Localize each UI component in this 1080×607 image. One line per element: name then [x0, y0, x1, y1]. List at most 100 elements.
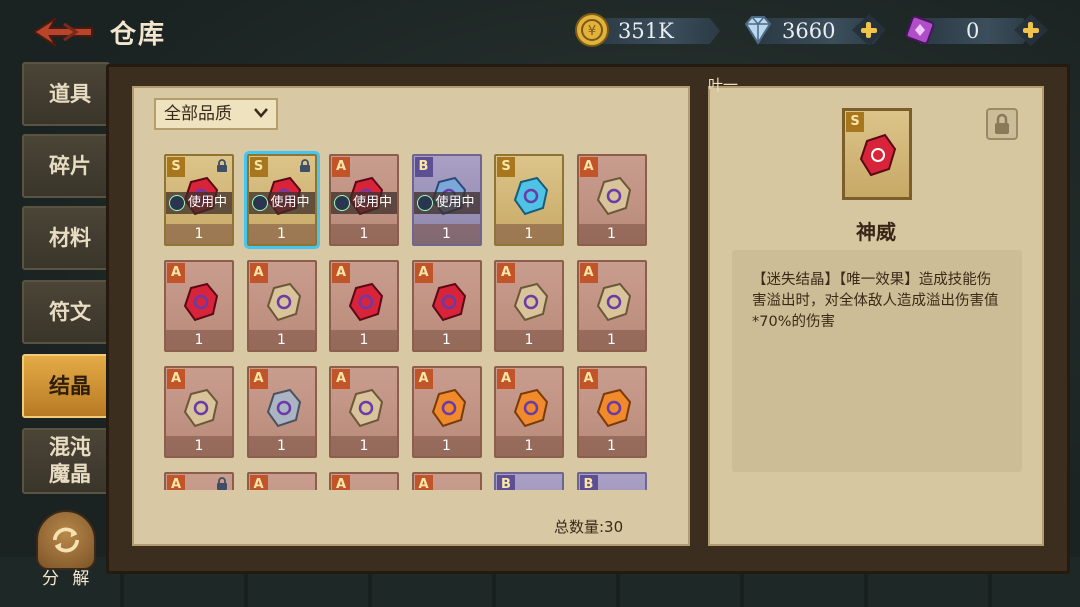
crystal-item[interactable]: A1 [494, 260, 564, 352]
decompose-button[interactable] [36, 510, 96, 570]
rarity-badge: S [249, 157, 268, 177]
crystal-item[interactable]: B 使用中 1 [411, 154, 482, 246]
orange-crystal-icon [596, 388, 631, 428]
item-count: 1 [578, 436, 645, 456]
svg-text:¥: ¥ [588, 24, 596, 39]
diamond-icon [744, 16, 772, 45]
rarity-badge: S [846, 112, 864, 132]
item-name: 神威 [856, 220, 896, 244]
gold-coin-icon: ¥ [575, 13, 609, 47]
rarity-badge: A [497, 369, 515, 389]
selected-item-card: S [842, 108, 912, 200]
rarity-badge: A [414, 263, 433, 283]
back-arrow-icon[interactable] [30, 14, 96, 50]
lock-toggle-button[interactable] [986, 108, 1018, 140]
crystal-grid: S 使用中 1 S 使用中 1 A 使用中 1 B 使用中 1 S 1 A 1 A 1 A 1 A 1 A 1 A 1 A 1 A 1 A 1… [156, 146, 666, 490]
crystal-item[interactable]: A1 [246, 260, 317, 352]
crystal-item[interactable]: A1 [164, 260, 234, 352]
item-count: 1 [166, 330, 232, 350]
tab-label: 碎片 [49, 153, 91, 178]
crystal-item[interactable]: A [329, 472, 399, 490]
rarity-badge: B [497, 475, 515, 490]
item-count: 1 [578, 224, 645, 244]
rarity-badge: A [332, 263, 350, 283]
rarity-badge: A [249, 369, 268, 389]
crystal-item[interactable]: A [246, 472, 317, 490]
crystal-item[interactable]: A1 [246, 366, 317, 458]
purple-crystal-icon [905, 15, 935, 45]
rarity-badge: A [579, 263, 598, 283]
quality-filter-dropdown[interactable]: 全部品质 [154, 98, 278, 130]
quality-filter-label: 全部品质 [164, 104, 232, 124]
tab-3[interactable]: 符文 [22, 280, 110, 344]
item-count: 1 [248, 330, 315, 350]
crystal-item[interactable]: B [576, 472, 647, 490]
item-count: 1 [413, 436, 480, 456]
tab-2[interactable]: 材料 [22, 206, 110, 270]
lock-icon [217, 477, 227, 490]
tab-label: 混沌魔晶 [49, 435, 91, 486]
crystal-item[interactable]: A [164, 472, 234, 490]
tab-4[interactable]: 结晶 [22, 354, 110, 418]
crystal-item[interactable]: S 使用中 1 [243, 151, 320, 249]
item-count: 1 [248, 436, 315, 456]
tab-0[interactable]: 道具 [22, 62, 110, 126]
tan-crystal-icon [596, 282, 631, 322]
rarity-badge: S [497, 157, 515, 177]
cyan-crystal-icon [513, 176, 549, 216]
red-crystal-icon [859, 133, 897, 177]
rarity-badge: A [332, 157, 350, 177]
hero-avatar [416, 195, 433, 211]
item-count: 1 [166, 224, 232, 244]
tab-label: 道具 [49, 81, 91, 106]
gold-currency: ¥ 351K [574, 12, 724, 48]
hero-avatar [169, 195, 185, 211]
crystal-item[interactable]: S1 [494, 154, 564, 246]
item-count: 1 [331, 224, 397, 244]
hero-avatar [334, 195, 350, 211]
item-count: 1 [331, 436, 397, 456]
item-count: 1 [166, 436, 232, 456]
rarity-badge: B [579, 475, 598, 490]
crystal-item[interactable]: A1 [164, 366, 234, 458]
in-use-label: 使用中 [188, 195, 228, 210]
crystal-item[interactable]: A [411, 472, 482, 490]
red-crystal-icon [431, 282, 466, 322]
tab-5[interactable]: 混沌魔晶 [22, 428, 110, 494]
item-count: 1 [413, 330, 480, 350]
in-use-label: 使用中 [270, 195, 310, 210]
crystal-item[interactable]: A1 [411, 366, 482, 458]
crystal-item[interactable]: A1 [576, 366, 647, 458]
crystal-item[interactable]: A 使用中 1 [329, 154, 399, 246]
rarity-badge: B [414, 157, 433, 177]
item-count: 1 [331, 330, 397, 350]
rarity-badge: A [414, 369, 433, 389]
tab-1[interactable]: 碎片 [22, 134, 110, 198]
chevron-down-icon [254, 108, 268, 118]
rarity-badge: A [167, 369, 185, 389]
crystal-item[interactable]: B [494, 472, 564, 490]
in-use-banner: 使用中 [166, 192, 232, 214]
crystal-item[interactable]: A1 [494, 366, 564, 458]
tan-crystal-icon [348, 388, 384, 428]
orange-crystal-icon [431, 388, 466, 428]
rarity-badge: A [414, 475, 433, 490]
crystal-item[interactable]: A1 [411, 260, 482, 352]
in-use-banner: 使用中 [331, 192, 397, 214]
item-count: 1 [496, 436, 562, 456]
tab-label: 结晶 [49, 373, 91, 398]
item-count: 1 [413, 224, 480, 244]
crystal-item[interactable]: A1 [329, 366, 399, 458]
tan-crystal-icon [596, 176, 631, 216]
silver-crystal-icon [266, 388, 301, 428]
page-title: 仓库 [110, 20, 167, 50]
crystal-value: 0 [966, 19, 980, 43]
crystal-item[interactable]: A1 [576, 154, 647, 246]
crystal-currency: 0 [902, 12, 1032, 48]
crystal-item[interactable]: S 使用中 1 [164, 154, 234, 246]
rarity-badge: A [332, 475, 350, 490]
crystal-item[interactable]: A1 [329, 260, 399, 352]
item-description: 【迷失结晶】【唯一效果】造成技能伤害溢出时，对全体敌人造成溢出伤害值*70%的伤… [752, 272, 999, 330]
tan-crystal-icon [513, 282, 549, 322]
crystal-item[interactable]: A1 [576, 260, 647, 352]
